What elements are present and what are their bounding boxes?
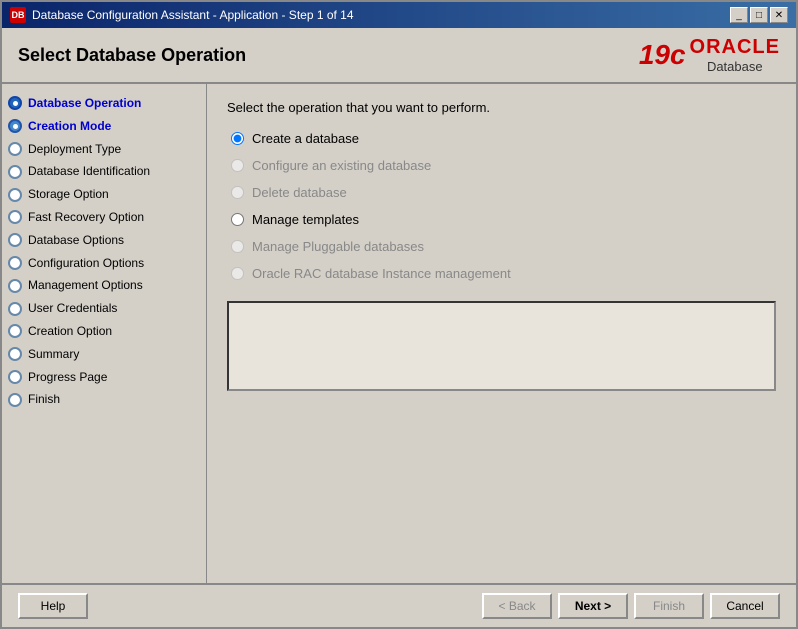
app-icon-text: DB bbox=[12, 10, 25, 20]
sidebar-dot-finish bbox=[8, 393, 22, 407]
radio-item-configure-existing: Configure an existing database bbox=[231, 158, 776, 173]
next-button[interactable]: Next > bbox=[558, 593, 628, 619]
page-title: Select Database Operation bbox=[18, 45, 246, 66]
radio-label-oracle-rac: Oracle RAC database Instance management bbox=[252, 266, 511, 281]
sidebar: Database Operation Creation Mode Deploymen… bbox=[2, 84, 207, 583]
sidebar-dot-database-operation bbox=[8, 96, 22, 110]
sidebar-item-database-options[interactable]: Database Options bbox=[2, 229, 206, 252]
radio-label-manage-pluggable: Manage Pluggable databases bbox=[252, 239, 424, 254]
sidebar-dot-user-credentials bbox=[8, 302, 22, 316]
footer-right: < Back Next > Finish Cancel bbox=[482, 593, 780, 619]
sidebar-item-deployment-type[interactable]: Deployment Type bbox=[2, 138, 206, 161]
close-button[interactable]: ✕ bbox=[770, 7, 788, 23]
sidebar-label-user-credentials: User Credentials bbox=[28, 300, 117, 317]
radio-label-create-database: Create a database bbox=[252, 131, 359, 146]
window-controls: _ □ ✕ bbox=[730, 7, 788, 23]
main-content: Select the operation that you want to pe… bbox=[207, 84, 796, 583]
title-bar: DB Database Configuration Assistant - Ap… bbox=[2, 2, 796, 28]
oracle-product: Database bbox=[707, 59, 763, 74]
sidebar-dot-configuration-options bbox=[8, 256, 22, 270]
sidebar-label-progress-page: Progress Page bbox=[28, 369, 107, 386]
footer: Help < Back Next > Finish Cancel bbox=[2, 583, 796, 627]
sidebar-item-database-identification[interactable]: Database Identification bbox=[2, 160, 206, 183]
radio-item-oracle-rac: Oracle RAC database Instance management bbox=[231, 266, 776, 281]
sidebar-item-configuration-options[interactable]: Configuration Options bbox=[2, 252, 206, 275]
sidebar-item-progress-page[interactable]: Progress Page bbox=[2, 366, 206, 389]
help-button[interactable]: Help bbox=[18, 593, 88, 619]
window-title: Database Configuration Assistant - Appli… bbox=[32, 8, 354, 22]
sidebar-item-creation-mode[interactable]: Creation Mode bbox=[2, 115, 206, 138]
finish-button[interactable]: Finish bbox=[634, 593, 704, 619]
sidebar-label-management-options: Management Options bbox=[28, 277, 143, 294]
radio-configure-existing bbox=[231, 159, 244, 172]
radio-manage-pluggable bbox=[231, 240, 244, 253]
maximize-button[interactable]: □ bbox=[750, 7, 768, 23]
sidebar-dot-creation-option bbox=[8, 324, 22, 338]
oracle-brand: ORACLE bbox=[690, 36, 780, 59]
content-area: Database Operation Creation Mode Deploymen… bbox=[2, 84, 796, 583]
oracle-text: ORACLE Database bbox=[690, 36, 780, 74]
sidebar-label-summary: Summary bbox=[28, 346, 79, 363]
sidebar-item-storage-option[interactable]: Storage Option bbox=[2, 183, 206, 206]
sidebar-item-fast-recovery-option[interactable]: Fast Recovery Option bbox=[2, 206, 206, 229]
radio-label-manage-templates: Manage templates bbox=[252, 212, 359, 227]
minimize-button[interactable]: _ bbox=[730, 7, 748, 23]
app-icon: DB bbox=[10, 7, 26, 23]
operation-radio-group: Create a database Configure an existing d… bbox=[231, 131, 776, 281]
radio-item-create-database[interactable]: Create a database bbox=[231, 131, 776, 146]
sidebar-item-database-operation[interactable]: Database Operation bbox=[2, 92, 206, 115]
sidebar-label-database-options: Database Options bbox=[28, 232, 124, 249]
sidebar-dot-creation-mode bbox=[8, 119, 22, 133]
title-bar-left: DB Database Configuration Assistant - Ap… bbox=[10, 7, 354, 23]
sidebar-label-finish: Finish bbox=[28, 391, 60, 408]
instruction-text: Select the operation that you want to pe… bbox=[227, 100, 776, 115]
sidebar-item-summary[interactable]: Summary bbox=[2, 343, 206, 366]
back-button[interactable]: < Back bbox=[482, 593, 552, 619]
sidebar-dot-storage-option bbox=[8, 188, 22, 202]
cancel-button[interactable]: Cancel bbox=[710, 593, 780, 619]
sidebar-dot-fast-recovery-option bbox=[8, 210, 22, 224]
application-window: DB Database Configuration Assistant - Ap… bbox=[0, 0, 798, 629]
sidebar-dot-deployment-type bbox=[8, 142, 22, 156]
sidebar-label-deployment-type: Deployment Type bbox=[28, 141, 121, 158]
sidebar-label-configuration-options: Configuration Options bbox=[28, 255, 144, 272]
sidebar-label-fast-recovery-option: Fast Recovery Option bbox=[28, 209, 144, 226]
sidebar-item-creation-option[interactable]: Creation Option bbox=[2, 320, 206, 343]
sidebar-label-storage-option: Storage Option bbox=[28, 186, 109, 203]
radio-create-database[interactable] bbox=[231, 132, 244, 145]
sidebar-dot-progress-page bbox=[8, 370, 22, 384]
radio-manage-templates[interactable] bbox=[231, 213, 244, 226]
sidebar-label-creation-option: Creation Option bbox=[28, 323, 112, 340]
sidebar-dot-database-identification bbox=[8, 165, 22, 179]
radio-delete-database bbox=[231, 186, 244, 199]
sidebar-label-creation-mode: Creation Mode bbox=[28, 118, 111, 135]
description-area bbox=[227, 301, 776, 391]
radio-item-delete-database: Delete database bbox=[231, 185, 776, 200]
oracle-logo: 19c ORACLE Database bbox=[639, 36, 780, 74]
page-header: Select Database Operation 19c ORACLE Dat… bbox=[2, 28, 796, 84]
radio-oracle-rac bbox=[231, 267, 244, 280]
radio-item-manage-pluggable: Manage Pluggable databases bbox=[231, 239, 776, 254]
radio-label-configure-existing: Configure an existing database bbox=[252, 158, 431, 173]
sidebar-dot-summary bbox=[8, 347, 22, 361]
sidebar-dot-database-options bbox=[8, 233, 22, 247]
sidebar-label-database-identification: Database Identification bbox=[28, 163, 150, 180]
sidebar-label-database-operation: Database Operation bbox=[28, 95, 141, 112]
sidebar-item-finish[interactable]: Finish bbox=[2, 388, 206, 411]
sidebar-item-user-credentials[interactable]: User Credentials bbox=[2, 297, 206, 320]
radio-item-manage-templates[interactable]: Manage templates bbox=[231, 212, 776, 227]
oracle-version: 19c bbox=[639, 39, 686, 71]
sidebar-dot-management-options bbox=[8, 279, 22, 293]
radio-label-delete-database: Delete database bbox=[252, 185, 347, 200]
sidebar-item-management-options[interactable]: Management Options bbox=[2, 274, 206, 297]
